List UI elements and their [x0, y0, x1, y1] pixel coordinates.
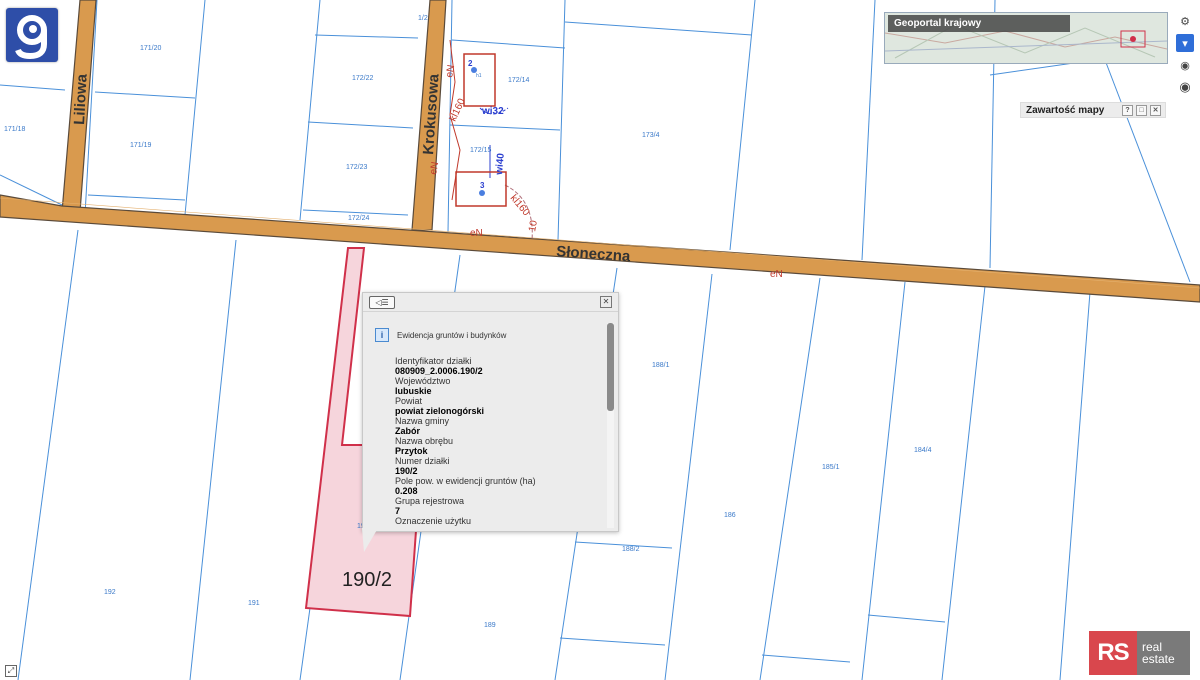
field-value: Przytok [395, 446, 428, 456]
resize-icon[interactable]: ⤢ [5, 665, 17, 677]
utility-label-wi40: wi40 [494, 152, 507, 176]
building-mark: h1 [476, 73, 482, 79]
info-icon: i [375, 328, 389, 342]
utility-label-kl160: kl160 [448, 97, 468, 124]
scrollbar-thumb[interactable] [607, 323, 614, 411]
building-number: 3 [480, 181, 485, 190]
utility-label-wi32: wi32 [481, 106, 504, 117]
utility-label-en: eN [428, 161, 441, 176]
restore-button[interactable]: □ [1136, 104, 1147, 116]
field-label: Grupa rejestrowa [395, 496, 465, 506]
geoportal-g-logo-icon [15, 15, 47, 60]
list-back-icon[interactable]: ◁☰ [369, 296, 395, 309]
gear-icon[interactable]: ⚙ [1176, 12, 1194, 30]
close-button[interactable]: ✕ [1150, 104, 1161, 116]
field: Pole pow. w ewidencji gruntów (ha) 0.208 [395, 476, 604, 496]
geoportal-logo[interactable] [6, 8, 58, 62]
utility-label-en: eN [444, 64, 457, 79]
parcel-number: 191 [248, 600, 260, 607]
map-toolbar: ⚙ ▾ ◉ ◉ [1172, 8, 1198, 100]
field: Powiat powiat zielonogórski [395, 396, 604, 416]
field-list: Identyfikator działki 080909_2.0006.190/2… [375, 356, 604, 526]
parcel-number: 172/14 [508, 77, 530, 84]
parcel-number: 189 [484, 622, 496, 629]
field-label: Numer działki [395, 456, 450, 466]
parcel-number: 1/2 [418, 15, 428, 22]
parcel-number: 185/1 [822, 464, 840, 471]
utility-label-en: eN [770, 269, 783, 280]
field: Oznaczenie użytku [395, 516, 604, 526]
field-value: Zabór [395, 426, 421, 436]
overview-map[interactable]: Geoportal krajowy [884, 12, 1168, 64]
utility-label-kl160: kl160 [508, 193, 532, 219]
parcel-number: 171/18 [4, 126, 26, 133]
building-number: 2 [468, 59, 473, 68]
watermark-rs: RS [1089, 631, 1137, 675]
parcel-number: 184/4 [914, 447, 932, 454]
field-value: lubuskie [395, 386, 432, 396]
close-icon[interactable]: ✕ [600, 296, 612, 308]
field: Identyfikator działki 080909_2.0006.190/2 [395, 356, 604, 376]
parcel-number: 188/1 [652, 362, 670, 369]
field: Nazwa gminy Zabór [395, 416, 604, 436]
popup-scrollbar[interactable] [607, 323, 614, 528]
parcel-info-popup: ◁☰ ✕ i Ewidencja gruntów i budynków Iden… [362, 292, 619, 532]
overview-title: Geoportal krajowy [888, 15, 1070, 32]
street-label-liliowa: Liliowa [71, 73, 91, 125]
parcel-number: 172/15 [470, 147, 492, 154]
field-label: Województwo [395, 376, 451, 386]
rs-real-estate-watermark: RS real estate [1089, 631, 1190, 675]
eye-icon[interactable]: ◉ [1176, 56, 1194, 74]
layers-icon[interactable]: ▾ [1176, 34, 1194, 52]
field-value: 190/2 [395, 466, 418, 476]
parcel-number: 188/2 [622, 546, 640, 553]
utility-label-en: eN [470, 228, 483, 239]
field: Numer działki 190/2 [395, 456, 604, 476]
parcel-number: 172/22 [352, 75, 374, 82]
field-label: Powiat [395, 396, 423, 406]
section-title: Ewidencja gruntów i budynków [397, 330, 507, 340]
parcel-number: 171/19 [130, 142, 152, 149]
field-value: 0.208 [395, 486, 418, 496]
field: Grupa rejestrowa 7 [395, 496, 604, 516]
watermark-line2: estate [1142, 652, 1175, 666]
eye-icon[interactable]: ◉ [1176, 78, 1194, 96]
field-value: 080909_2.0006.190/2 [395, 366, 483, 376]
field-value: 7 [395, 506, 401, 516]
help-button[interactable]: ? [1122, 104, 1133, 116]
field-label: Pole pow. w ewidencji gruntów (ha) [395, 476, 536, 486]
field-label: Oznaczenie użytku [395, 516, 472, 526]
field-value: powiat zielonogórski [395, 406, 485, 416]
field-label: Identyfikator działki [395, 356, 472, 366]
parcel-number: 173/4 [642, 132, 660, 139]
parcel-number: 171/20 [140, 45, 162, 52]
field-label: Nazwa gminy [395, 416, 450, 426]
field: Województwo lubuskie [395, 376, 604, 396]
parcel-number: 172/24 [348, 215, 370, 222]
parcel-number: 186 [724, 512, 736, 519]
field-label: Nazwa obrębu [395, 436, 454, 446]
utility-label-10: 10 [527, 219, 540, 232]
selected-parcel-label: 190/2 [342, 569, 392, 591]
map-contents-panel[interactable]: Zawartość mapy ? □ ✕ [1020, 102, 1166, 118]
parcel-number: 172/23 [346, 164, 368, 171]
map-contents-title: Zawartość mapy [1026, 104, 1105, 116]
parcel-number: 192 [104, 589, 116, 596]
field: Nazwa obrębu Przytok [395, 436, 604, 456]
popup-pointer [362, 528, 378, 552]
